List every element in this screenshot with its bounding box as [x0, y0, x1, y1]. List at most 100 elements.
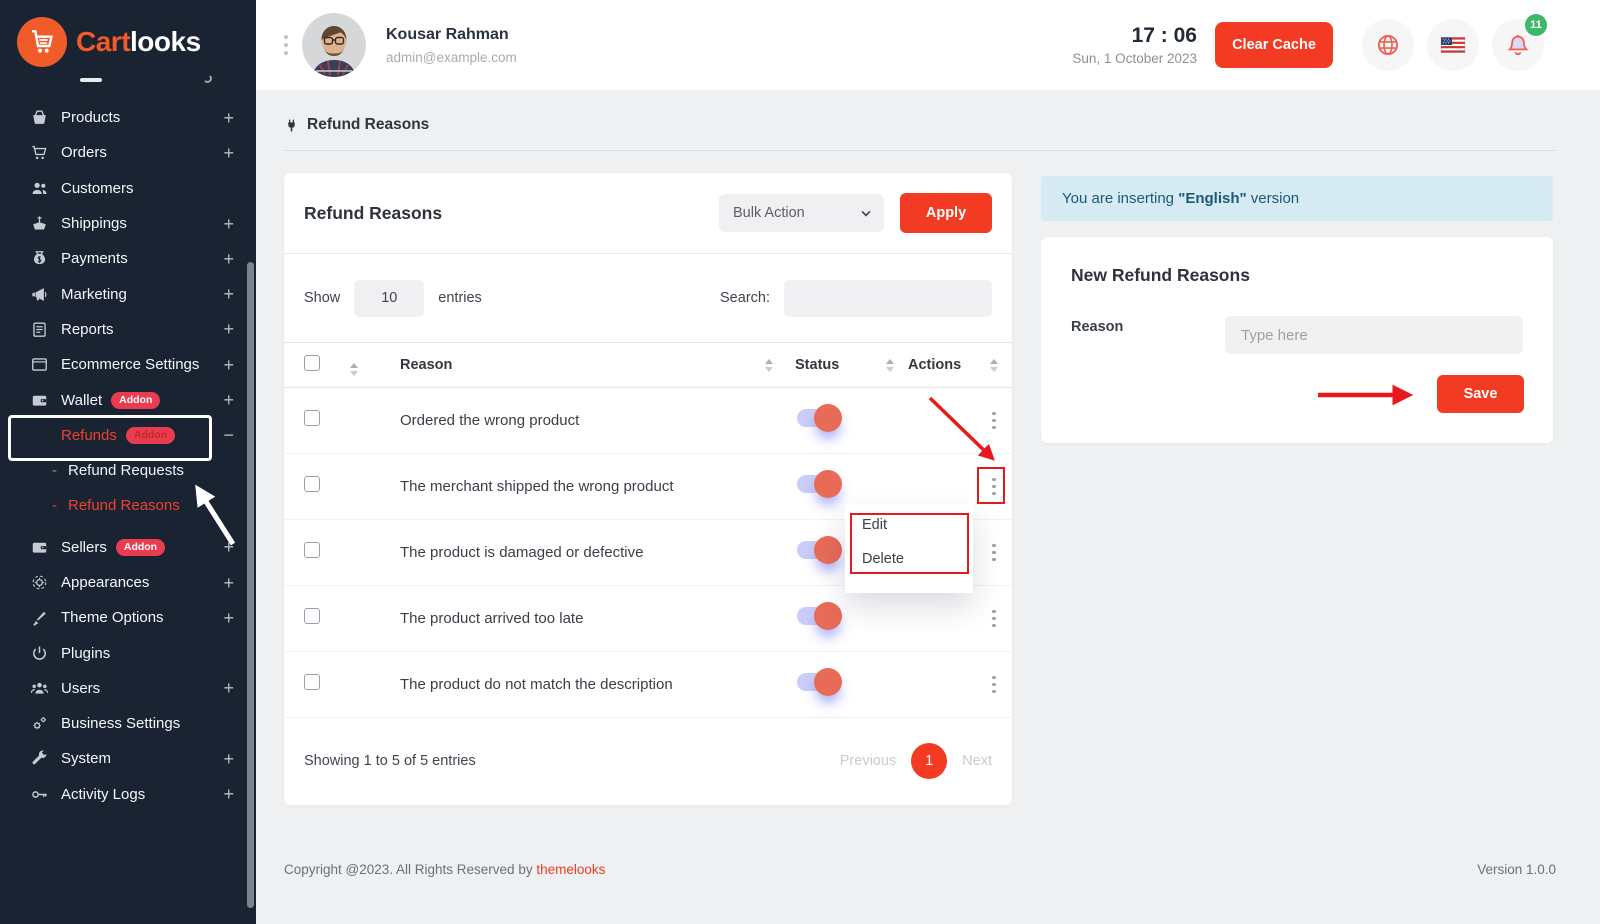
expand-toggle-icon[interactable]: + — [223, 538, 234, 556]
row-checkbox[interactable] — [304, 674, 320, 690]
status-toggle[interactable] — [797, 673, 839, 691]
current-page-button[interactable]: 1 — [911, 743, 947, 779]
table-row: The product arrived too late — [284, 586, 1012, 652]
sort-icon[interactable] — [886, 359, 894, 372]
sidebar-item-users[interactable]: Users + — [0, 671, 256, 706]
table-header-row: Reason Status Actions — [284, 342, 1012, 388]
locale-flag-button[interactable] — [1427, 19, 1479, 71]
addon-badge: Addon — [126, 427, 175, 444]
column-header-actions[interactable]: Actions — [908, 357, 961, 373]
sidebar-item-payments[interactable]: Payments + — [0, 241, 256, 276]
row-checkbox[interactable] — [304, 608, 320, 624]
sidebar-item-business-settings[interactable]: Business Settings — [0, 706, 256, 741]
sidebar-item-products[interactable]: Products + — [0, 100, 256, 135]
sidebar-item-wallet[interactable]: Wallet Addon + — [0, 382, 256, 417]
sidebar-item-system[interactable]: System + — [0, 741, 256, 776]
sort-icon[interactable] — [765, 359, 773, 372]
status-toggle[interactable] — [797, 475, 839, 493]
expand-toggle-icon[interactable]: + — [223, 144, 234, 162]
sort-icon[interactable] — [990, 359, 998, 372]
sort-icon[interactable] — [350, 363, 358, 376]
expand-toggle-icon[interactable]: − — [223, 426, 234, 444]
expand-toggle-icon[interactable]: + — [223, 215, 234, 233]
search-input[interactable] — [784, 280, 992, 317]
pagination: Previous 1 Next — [840, 743, 992, 779]
gears-icon — [30, 714, 49, 733]
sidebar-item-reports[interactable]: Reports + — [0, 312, 256, 347]
sidebar-item-activity-logs[interactable]: Activity Logs + — [0, 777, 256, 812]
expand-toggle-icon[interactable]: + — [223, 574, 234, 592]
ship-icon — [30, 214, 49, 233]
sidebar-item-label: Business Settings — [61, 715, 180, 732]
column-header-reason[interactable]: Reason — [400, 357, 452, 373]
page-footer: Copyright @2023. All Rights Reserved by … — [284, 862, 1556, 877]
context-menu-delete[interactable]: Delete — [845, 542, 973, 576]
entries-count-input[interactable] — [354, 280, 424, 317]
bell-icon — [1505, 32, 1531, 58]
sidebar-item-plugins[interactable]: Plugins — [0, 635, 256, 670]
bulk-action-value: Bulk Action — [733, 205, 805, 221]
sidebar-item-shippings[interactable]: Shippings + — [0, 206, 256, 241]
expand-toggle-icon[interactable]: + — [223, 785, 234, 803]
status-toggle[interactable] — [797, 541, 839, 559]
expand-toggle-icon[interactable]: + — [223, 391, 234, 409]
appearance-icon — [30, 573, 49, 592]
sidebar-item-customers[interactable]: Customers — [0, 171, 256, 206]
bulk-action-select[interactable]: Bulk Action — [719, 194, 884, 232]
column-header-status[interactable]: Status — [795, 357, 839, 373]
user-name: Kousar Rahman — [386, 26, 517, 44]
expand-toggle-icon[interactable]: + — [223, 250, 234, 268]
previous-page-button[interactable]: Previous — [840, 753, 896, 769]
sidebar-item-marketing[interactable]: Marketing + — [0, 276, 256, 311]
expand-toggle-icon[interactable]: + — [223, 320, 234, 338]
themelooks-link[interactable]: themelooks — [536, 862, 605, 877]
expand-toggle-icon[interactable]: + — [223, 356, 234, 374]
notifications-button[interactable]: 11 — [1492, 19, 1544, 71]
sidebar-item-appearances[interactable]: Appearances + — [0, 565, 256, 600]
sidebar-item-sellers[interactable]: Sellers Addon + — [0, 530, 256, 565]
sidebar-item-refund-requests[interactable]: - Refund Requests — [0, 453, 256, 488]
expand-toggle-icon[interactable]: + — [223, 285, 234, 303]
reason-input[interactable] — [1225, 316, 1523, 354]
sidebar-scrollbar[interactable] — [247, 262, 254, 908]
avatar[interactable] — [302, 13, 366, 77]
row-checkbox[interactable] — [304, 476, 320, 492]
context-menu-edit[interactable]: Edit — [845, 508, 973, 542]
clear-cache-button[interactable]: Clear Cache — [1215, 22, 1333, 68]
expand-toggle-icon[interactable]: + — [223, 679, 234, 697]
sidebar-item-label: System — [61, 750, 111, 767]
version-text: Version 1.0.0 — [1477, 862, 1556, 877]
sidebar-item-label: Reports — [61, 321, 114, 338]
select-all-checkbox[interactable] — [304, 355, 320, 371]
language-globe-button[interactable] — [1362, 19, 1414, 71]
chevron-down-icon — [861, 207, 870, 216]
addon-badge: Addon — [111, 392, 160, 409]
sidebar-item-refund-reasons[interactable]: - Refund Reasons — [0, 488, 256, 523]
wrench-icon — [30, 749, 49, 768]
plug-icon — [284, 118, 299, 133]
sidebar-item-ecommerce-settings[interactable]: Ecommerce Settings + — [0, 347, 256, 382]
next-page-button[interactable]: Next — [962, 753, 992, 769]
row-actions-kebab-icon[interactable] — [988, 474, 1000, 500]
status-toggle[interactable] — [797, 409, 839, 427]
addon-badge: Addon — [116, 539, 165, 556]
row-actions-kebab-icon[interactable] — [988, 540, 1000, 566]
sidebar-item-theme-options[interactable]: Theme Options + — [0, 600, 256, 635]
sidebar-item-refunds[interactable]: Refunds Addon − — [0, 418, 256, 453]
expand-toggle-icon[interactable]: + — [223, 109, 234, 127]
notification-count-badge: 11 — [1525, 14, 1547, 36]
save-button[interactable]: Save — [1437, 375, 1524, 413]
row-checkbox[interactable] — [304, 542, 320, 558]
row-actions-kebab-icon[interactable] — [988, 408, 1000, 434]
brand-logo[interactable]: Cartlooks — [0, 0, 256, 67]
sidebar-toggle-kebab-icon[interactable] — [284, 35, 288, 55]
row-actions-kebab-icon[interactable] — [988, 672, 1000, 698]
row-actions-kebab-icon[interactable] — [988, 606, 1000, 632]
row-checkbox[interactable] — [304, 410, 320, 426]
status-toggle[interactable] — [797, 607, 839, 625]
apply-button[interactable]: Apply — [900, 193, 992, 233]
sidebar-item-orders[interactable]: Orders + — [0, 135, 256, 170]
expand-toggle-icon[interactable]: + — [223, 750, 234, 768]
expand-toggle-icon[interactable]: + — [223, 609, 234, 627]
power-icon — [30, 644, 49, 663]
